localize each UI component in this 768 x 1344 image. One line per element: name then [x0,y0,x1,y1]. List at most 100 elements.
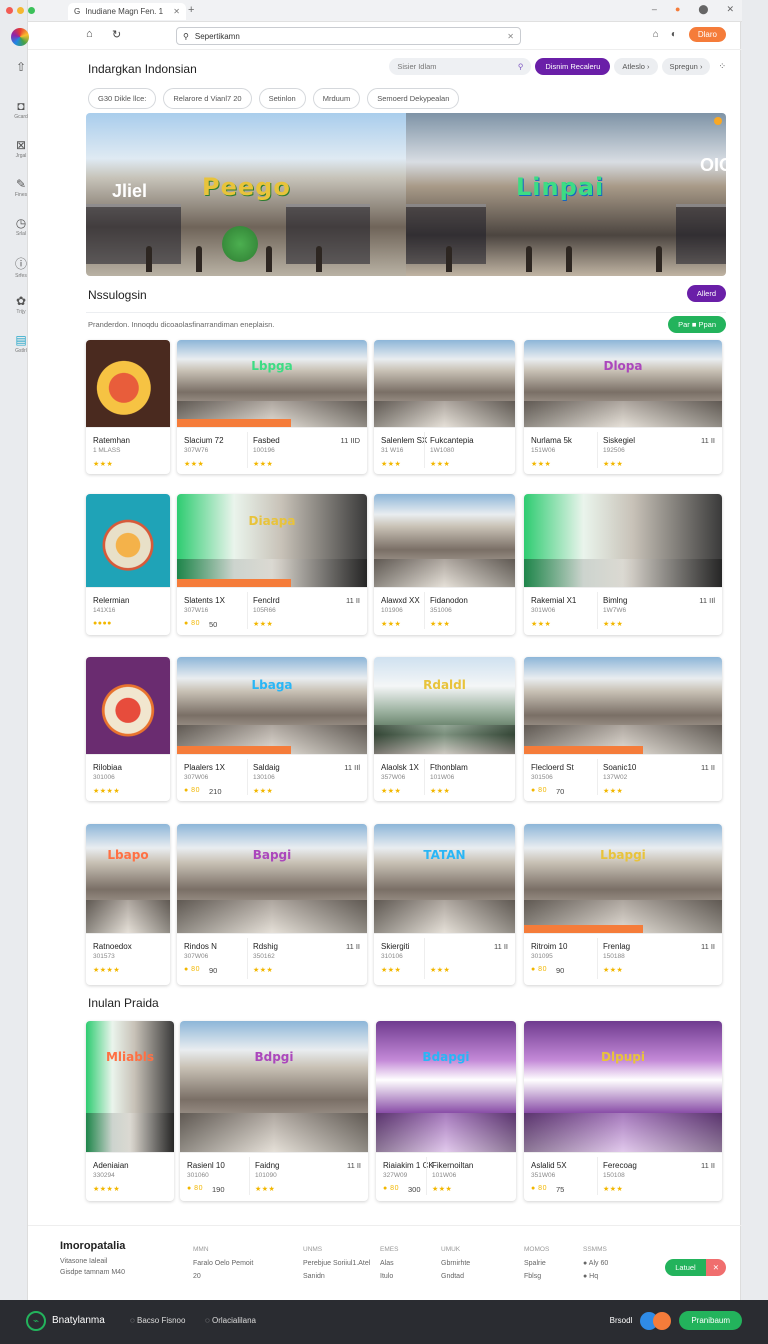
green-filter-button[interactable]: Par ■ Ppan [668,316,726,333]
card-image[interactable] [86,340,170,428]
card-image[interactable]: Bapgi [177,824,367,934]
footer-toggle[interactable]: Latuel ✕ [665,1259,726,1276]
product-card[interactable]: Rakemial X1 301W06 ★★★ Bimlng 1W7W6 ★★★ 11 IIl [524,494,722,635]
product-card[interactable]: Dlpupi Aslalid 5X 351W06 ● 80 75 Ferecoag 1501… [524,1021,722,1201]
section-action-button[interactable]: Allerd [686,285,726,302]
sidebar-item-clock[interactable]: ◷ Srlal [1,216,41,237]
app-logo-icon[interactable] [11,28,29,46]
bookmark-icon[interactable]: ⌂ [653,29,659,40]
product-card[interactable]: Flecloerd St 301506 ● 80 70 Soanic10 137W02 ★★… [524,657,722,801]
card-image[interactable]: TATAN [374,824,515,934]
bottom-link-2[interactable]: ◌ Orlacialilana [205,1316,256,1325]
footer-link[interactable]: Perebjue Soriiul1.Atel [303,1257,370,1271]
hero-banner[interactable]: Jliel Peego Linpai OIO [86,113,726,276]
product-card[interactable]: Lbaga Plaalers 1X 307W06 ● 80 210 Saldaig 1301… [177,657,367,801]
toggle-close-icon[interactable]: ✕ [705,1259,726,1276]
product-card[interactable]: Lbpga Slacium 72 307W76 ★★★ Fasbed 100196 ★★★ 1… [177,340,367,474]
product-card[interactable]: Bapgi Rindos N 307W06 ● 80 90 Rdshig 350162 ★★★… [177,824,367,985]
filter-chip[interactable]: Mrduum [312,88,361,109]
footer-link[interactable]: Gbrnirhte [441,1257,470,1271]
close-icon[interactable]: ✕ [726,4,734,15]
sidebar-item-info[interactable]: ⓘ Srfes [1,255,41,279]
card-image[interactable] [86,494,170,588]
primary-button[interactable]: Disnim Recaleru [535,58,611,75]
bottom-link-1[interactable]: ◌ Bacso Fisnoo [130,1316,185,1325]
sidebar-item-tag[interactable]: ⊠ Jrgal [1,138,41,159]
footer-link[interactable]: Faralo Oelo Pemoit [193,1257,253,1271]
product-card[interactable]: Lbapo Ratnoedox 301573 ★★★★ [86,824,170,985]
product-card[interactable]: Bdpgi Rasienl 10 301060 ● 80 190 Faidng 101090… [180,1021,368,1201]
browser-tab[interactable]: G Inudiane Magn Fen. 1 ✕ [68,3,186,20]
footer-link[interactable]: 20 [193,1270,253,1284]
product-card[interactable]: Diaapa Slatents 1X 307W16 ● 80 50 Fenclrd 105R… [177,494,367,635]
bottom-cta-button[interactable]: Pranibaum [679,1311,742,1330]
reload-icon[interactable]: ↻ [112,28,121,41]
sidebar-item-rocket[interactable]: ⇧ [1,60,41,75]
card-image[interactable]: Mliabls [86,1021,174,1153]
sort-dropdown[interactable]: Atleslo › [614,58,658,75]
card-image[interactable]: Bdpgi [180,1021,368,1153]
product-card[interactable]: Relermian 141X16 ●●●● [86,494,170,635]
card-image[interactable] [86,657,170,755]
card-image[interactable]: Lbapgi [524,824,722,934]
footer-link[interactable]: ● Aly 60 [583,1257,608,1271]
action-button[interactable]: Dlaro [688,27,726,42]
new-tab-button[interactable]: + [188,4,194,16]
product-card[interactable]: Salenlem SX 31 W16 ★★★ Fukcantepia 1W1080 ★★★ [374,340,515,474]
filter-chip[interactable]: Relarore d Vianl7 20 [163,88,252,109]
maximize-window-dot[interactable] [28,7,35,14]
address-bar[interactable]: ⚲ Sepertikamn ✕ [176,27,521,45]
footer-link[interactable]: Spalrie [524,1257,549,1271]
footer-link[interactable]: Gndtad [441,1270,470,1284]
card-image[interactable]: Bdapgi [376,1021,516,1153]
close-window-dot[interactable] [6,7,13,14]
product-card[interactable]: Mliabls Adeniaian 330294 ★★★★ [86,1021,174,1201]
product-card[interactable]: Lbapgi Ritroim 10 301095 ● 80 90 Frenlag 15018… [524,824,722,985]
footer-link[interactable]: Itulo [380,1270,398,1284]
product-card[interactable]: Alawxd XX 101906 ★★★ Fidanodon 351006 ★★★ [374,494,515,635]
avatar[interactable] [653,1311,672,1330]
sidebar-item-folder[interactable]: ▤ Gstlrl [1,333,41,354]
card-image[interactable] [524,657,722,755]
card-image[interactable] [374,494,515,588]
brand-logo-icon[interactable]: ⌁ [26,1311,46,1331]
product-card[interactable]: Rilobiaa 301006 ★★★★ [86,657,170,801]
home-icon[interactable]: ⌂ [86,28,93,40]
profile-icon[interactable]: ⬤ [698,4,708,15]
product-card[interactable]: TATAN Skiergiti 310106 ★★★ ★★★ 11 II [374,824,515,985]
product-card[interactable]: Bdapgi Riaiakim 1 CK 327W09 ● 80 300 Fikernoi… [376,1021,516,1201]
filter-chip[interactable]: Semoerd Dekypealan [367,88,460,109]
card-image[interactable]: Lbaga [177,657,367,755]
product-card[interactable]: Rdaldl Alaolsk 1X 357W06 ★★★ Fthonblam 101W06… [374,657,515,801]
clear-url-icon[interactable]: ✕ [507,32,514,41]
card-image[interactable]: Rdaldl [374,657,515,755]
grid-view-icon[interactable]: ⁘ [718,61,726,72]
card-image[interactable]: Dlopa [524,340,722,428]
filter-chip[interactable]: Setinlon [258,88,306,109]
sidebar-item-pen[interactable]: ✎ Fines [1,177,41,198]
filter-chip[interactable]: G30 Dikle llce: [88,88,157,109]
toggle-on-label[interactable]: Latuel [665,1259,706,1276]
minimize-window-dot[interactable] [17,7,24,14]
footer-link[interactable]: Sanidn [303,1270,370,1284]
tab-close-icon[interactable]: ✕ [173,7,180,16]
card-image[interactable]: Lbpga [177,340,367,428]
card-image[interactable]: Lbapo [86,824,170,934]
product-card[interactable]: Ratemhan 1 MLASS ★★★ [86,340,170,474]
info-icon[interactable]: ◐ [671,29,677,40]
footer-link[interactable]: Alas [380,1257,398,1271]
card-image[interactable] [524,494,722,588]
footer-link[interactable]: Fblsg [524,1270,549,1284]
sidebar-item-puzzle[interactable]: ✿ Trijy [1,294,41,315]
search-input[interactable]: Sisier Idlam ⚲ [389,58,532,75]
minimize-icon[interactable]: – [652,4,657,15]
banner-indicator-icon[interactable] [714,117,722,125]
card-image[interactable]: Dlpupi [524,1021,722,1153]
settings-dot-icon[interactable]: ● [675,4,680,15]
footer-link[interactable]: ● Hq [583,1270,608,1284]
filter-dropdown[interactable]: Spregun › [661,58,711,75]
avatar-group[interactable] [640,1311,672,1330]
sidebar-item-gamepad[interactable]: ◘ Gcard [1,99,41,120]
card-image[interactable]: Diaapa [177,494,367,588]
product-card[interactable]: Dlopa Nurlama 5k 151W06 ★★★ Siskegiel 192506 ★… [524,340,722,474]
